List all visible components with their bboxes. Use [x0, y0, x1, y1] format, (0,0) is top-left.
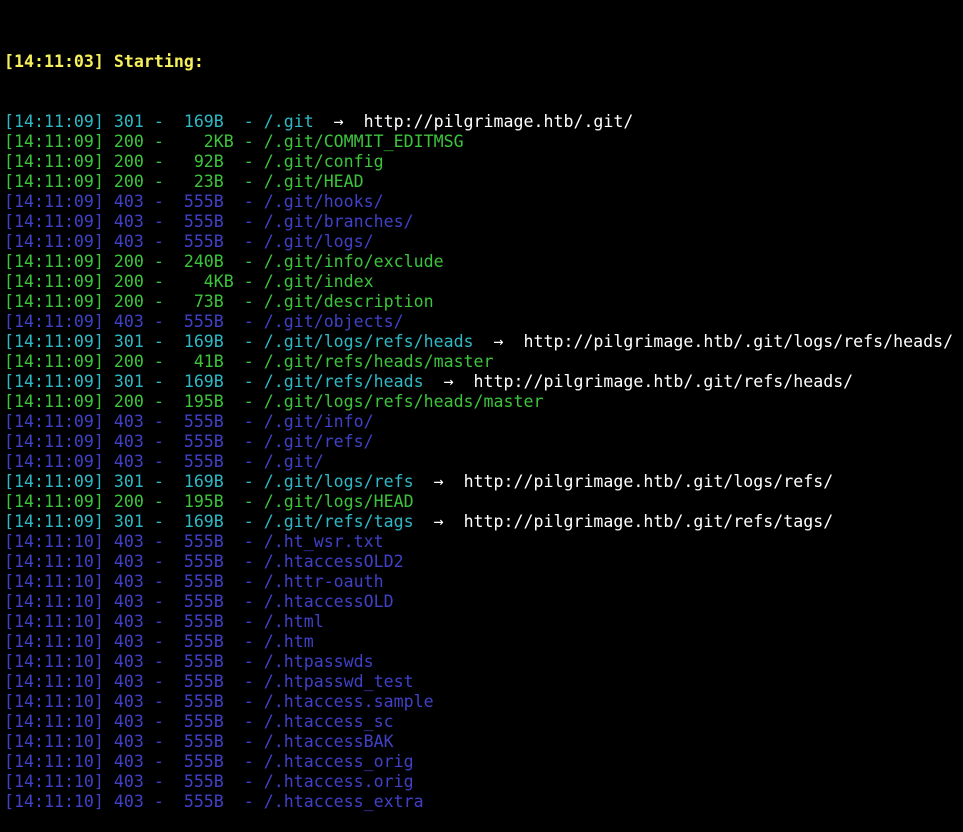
redirect-arrow-icon: → — [413, 472, 464, 491]
redirect-target: http://pilgrimage.htb/.git/logs/refs/ — [463, 472, 834, 491]
scan-result-text: [14:11:09] 403 - 555B - /.git/logs/ — [4, 232, 374, 251]
scan-result-line: [14:11:10] 403 - 555B - /.htaccessBAK — [4, 732, 963, 752]
scan-result-text: [14:11:09] 200 - 92B - /.git/config — [4, 152, 384, 171]
redirect-target: http://pilgrimage.htb/.git/refs/heads/ — [473, 372, 854, 391]
scan-result-line: [14:11:09] 200 - 73B - /.git/description — [4, 292, 963, 312]
scan-result-text: [14:11:09] 403 - 555B - /.git/branches/ — [4, 212, 414, 231]
scan-result-line: [14:11:10] 403 - 555B - /.ht_wsr.txt — [4, 532, 963, 552]
scan-result-line: [14:11:09] 200 - 195B - /.git/logs/HEAD — [4, 492, 963, 512]
scan-result-text: [14:11:09] 301 - 169B - /.git/refs/tags — [4, 512, 414, 531]
scan-result-text: [14:11:09] 403 - 555B - /.git/objects/ — [4, 312, 404, 331]
scan-result-text: [14:11:09] 200 - 195B - /.git/logs/refs/… — [4, 392, 544, 411]
scan-result-line: [14:11:09] 301 - 169B - /.git/logs/refs/… — [4, 332, 963, 352]
scan-result-text: [14:11:10] 403 - 555B - /.htaccess.sampl… — [4, 692, 434, 711]
scan-result-line: [14:11:09] 403 - 555B - /.git/ — [4, 452, 963, 472]
scan-result-text: [14:11:09] 200 - 73B - /.git/description — [4, 292, 434, 311]
scan-result-line: [14:11:10] 403 - 555B - /.htaccessOLD2 — [4, 552, 963, 572]
scan-start-header: [14:11:03] Starting: — [4, 52, 204, 71]
scan-result-line: [14:11:10] 403 - 555B - /.htpasswd_test — [4, 672, 963, 692]
scan-result-text: [14:11:09] 301 - 169B - /.git/logs/refs/… — [4, 332, 474, 351]
scan-result-line: [14:11:09] 200 - 4KB - /.git/index — [4, 272, 963, 292]
scan-result-line: [14:11:09] 403 - 555B - /.git/info/ — [4, 412, 963, 432]
terminal-output: [14:11:03] Starting: [14:11:09] 301 - 16… — [4, 12, 963, 832]
redirect-target: http://pilgrimage.htb/.git/ — [363, 112, 634, 131]
scan-result-text: [14:11:10] 403 - 555B - /.htaccess_extra — [4, 792, 424, 811]
scan-result-line: [14:11:10] 403 - 555B - /.htm — [4, 632, 963, 652]
redirect-arrow-icon: → — [473, 332, 524, 351]
scan-result-line: [14:11:09] 403 - 555B - /.git/branches/ — [4, 212, 963, 232]
scan-result-text: [14:11:10] 403 - 555B - /.htpasswds — [4, 652, 374, 671]
scan-result-line: [14:11:10] 403 - 555B - /.htpasswds — [4, 652, 963, 672]
scan-result-text: [14:11:09] 301 - 169B - /.git/logs/refs — [4, 472, 414, 491]
scan-result-text: [14:11:09] 200 - 23B - /.git/HEAD — [4, 172, 364, 191]
scan-result-text: [14:11:10] 403 - 555B - /.htpasswd_test — [4, 672, 414, 691]
scan-result-line: [14:11:10] 403 - 555B - /.htaccess_extra — [4, 792, 963, 812]
scan-result-text: [14:11:09] 403 - 555B - /.git/ — [4, 452, 324, 471]
scan-result-line: [14:11:09] 403 - 555B - /.git/refs/ — [4, 432, 963, 452]
scan-result-text: [14:11:09] 200 - 2KB - /.git/COMMIT_EDIT… — [4, 132, 464, 151]
scan-result-line: [14:11:09] 403 - 555B - /.git/objects/ — [4, 312, 963, 332]
scan-result-line: [14:11:09] 200 - 92B - /.git/config — [4, 152, 963, 172]
scan-result-text: [14:11:10] 403 - 555B - /.htm — [4, 632, 314, 651]
scan-result-text: [14:11:09] 200 - 240B - /.git/info/exclu… — [4, 252, 444, 271]
scan-result-line: [14:11:09] 200 - 23B - /.git/HEAD — [4, 172, 963, 192]
scan-result-text: [14:11:09] 200 - 41B - /.git/refs/heads/… — [4, 352, 494, 371]
scan-result-text: [14:11:09] 200 - 4KB - /.git/index — [4, 272, 374, 291]
scan-result-text: [14:11:09] 403 - 555B - /.git/refs/ — [4, 432, 374, 451]
redirect-arrow-icon: → — [413, 512, 464, 531]
scan-result-text: [14:11:10] 403 - 555B - /.ht_wsr.txt — [4, 532, 384, 551]
scan-result-text: [14:11:10] 403 - 555B - /.htaccess_sc — [4, 712, 394, 731]
scan-result-line: [14:11:09] 403 - 555B - /.git/logs/ — [4, 232, 963, 252]
scan-result-text: [14:11:10] 403 - 555B - /.htaccessOLD — [4, 592, 394, 611]
scan-result-line: [14:11:10] 403 - 555B - /.httr-oauth — [4, 572, 963, 592]
scan-result-text: [14:11:09] 403 - 555B - /.git/hooks/ — [4, 192, 384, 211]
scan-result-list: [14:11:09] 301 - 169B - /.git → http://p… — [4, 112, 963, 812]
scan-result-text: [14:11:09] 200 - 195B - /.git/logs/HEAD — [4, 492, 414, 511]
scan-result-line: [14:11:10] 403 - 555B - /.htaccessOLD — [4, 592, 963, 612]
scan-result-text: [14:11:09] 403 - 555B - /.git/info/ — [4, 412, 374, 431]
scan-result-text: [14:11:09] 301 - 169B - /.git — [4, 112, 314, 131]
scan-result-line: [14:11:09] 200 - 195B - /.git/logs/refs/… — [4, 392, 963, 412]
scan-result-text: [14:11:10] 403 - 555B - /.htaccess_orig — [4, 752, 414, 771]
scan-result-text: [14:11:10] 403 - 555B - /.httr-oauth — [4, 572, 384, 591]
redirect-target: http://pilgrimage.htb/.git/refs/tags/ — [463, 512, 834, 531]
scan-result-line: [14:11:09] 301 - 169B - /.git/refs/heads… — [4, 372, 963, 392]
scan-result-line: [14:11:10] 403 - 555B - /.htaccess_orig — [4, 752, 963, 772]
scan-result-line: [14:11:09] 301 - 169B - /.git → http://p… — [4, 112, 963, 132]
redirect-target: http://pilgrimage.htb/.git/logs/refs/hea… — [523, 332, 954, 351]
scan-result-line: [14:11:09] 200 - 2KB - /.git/COMMIT_EDIT… — [4, 132, 963, 152]
scan-result-line: [14:11:10] 403 - 555B - /.htaccess.sampl… — [4, 692, 963, 712]
scan-result-line: [14:11:09] 301 - 169B - /.git/refs/tags … — [4, 512, 963, 532]
scan-result-text: [14:11:10] 403 - 555B - /.htaccessOLD2 — [4, 552, 404, 571]
scan-result-text: [14:11:10] 403 - 555B - /.htaccessBAK — [4, 732, 394, 751]
scan-result-line: [14:11:09] 200 - 240B - /.git/info/exclu… — [4, 252, 963, 272]
scan-result-line: [14:11:10] 403 - 555B - /.html — [4, 612, 963, 632]
scan-result-line: [14:11:10] 403 - 555B - /.htaccess_sc — [4, 712, 963, 732]
scan-result-text: [14:11:09] 301 - 169B - /.git/refs/heads — [4, 372, 424, 391]
scan-result-line: [14:11:09] 403 - 555B - /.git/hooks/ — [4, 192, 963, 212]
scan-result-line: [14:11:10] 403 - 555B - /.htaccess.orig — [4, 772, 963, 792]
scan-result-line: [14:11:09] 200 - 41B - /.git/refs/heads/… — [4, 352, 963, 372]
scan-result-text: [14:11:10] 403 - 555B - /.html — [4, 612, 324, 631]
scan-result-line: [14:11:09] 301 - 169B - /.git/logs/refs … — [4, 472, 963, 492]
redirect-arrow-icon: → — [313, 112, 364, 131]
redirect-arrow-icon: → — [423, 372, 474, 391]
scan-result-text: [14:11:10] 403 - 555B - /.htaccess.orig — [4, 772, 414, 791]
